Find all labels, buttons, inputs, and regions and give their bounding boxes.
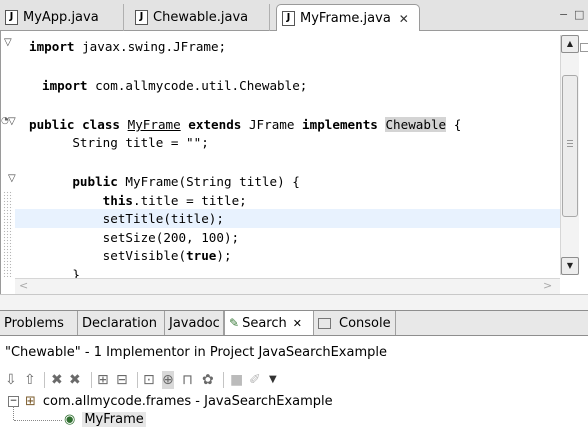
collapse-all-icon[interactable]: ⊟ <box>116 371 128 389</box>
fold-collapse-icon[interactable]: ▽ <box>8 173 16 184</box>
code-line-10: setTitle(title); <box>42 211 224 226</box>
code-line-5: public class MyFrame extends JFrame impl… <box>29 117 462 132</box>
tree-connector <box>13 406 15 420</box>
tree-connector <box>14 420 62 422</box>
search-results-tree: − ⊞ com.allmycode.frames - JavaSearchExa… <box>0 392 588 445</box>
java-file-icon: J <box>5 10 18 25</box>
vertical-scrollbar[interactable]: ▲ ▼ <box>560 35 579 275</box>
toolbar-separator <box>44 372 45 388</box>
toolbar-separator <box>223 372 224 388</box>
close-icon[interactable]: ✕ <box>399 12 409 26</box>
close-icon[interactable]: ✕ <box>293 317 302 330</box>
expand-all-icon[interactable]: ⊞ <box>97 371 109 389</box>
tab-console[interactable]: Console <box>314 311 396 335</box>
tab-declaration[interactable]: Declaration <box>78 311 165 335</box>
tab-label: MyFrame.java <box>300 11 391 26</box>
tab-myapp-java[interactable]: J MyApp.java <box>0 4 124 31</box>
editor-tab-bar: J MyApp.java J Chewable.java J MyFrame.j… <box>0 0 588 32</box>
console-icon <box>318 317 331 329</box>
scroll-down-icon[interactable]: ▼ <box>561 257 579 275</box>
java-file-icon: J <box>135 10 148 25</box>
view-menu-icon[interactable]: ▼ <box>269 371 277 389</box>
tree-item-package[interactable]: − ⊞ com.allmycode.frames - JavaSearchExa… <box>8 394 333 409</box>
minimize-icon[interactable]: − <box>559 8 568 21</box>
package-icon: ⊞ <box>25 394 36 409</box>
class-name: MyFrame <box>127 117 181 132</box>
code-line-8: public MyFrame(String title) { <box>72 174 300 189</box>
tab-problems[interactable]: Problems <box>0 311 78 335</box>
code-line-6: String title = ""; <box>42 135 209 150</box>
go-to-file-icon[interactable]: ⊡ <box>143 371 155 389</box>
search-flashlight-icon: ✎ <box>229 316 240 330</box>
highlighted-occurrence: Chewable <box>385 117 447 132</box>
toolbar-separator <box>137 372 138 388</box>
tab-search[interactable]: ✎ Search ✕ <box>224 311 314 335</box>
view-tab-bar: Problems Declaration Javadoc ✎ Search ✕ … <box>0 310 588 336</box>
fold-collapse-icon[interactable]: ▽ <box>8 116 16 127</box>
overview-ruler <box>579 35 588 294</box>
package-label: com.allmycode.frames - JavaSearchExample <box>42 394 333 409</box>
tab-chewable-java[interactable]: J Chewable.java <box>130 4 270 31</box>
code-line-9: this.title = title; <box>102 193 247 208</box>
search-result-summary: "Chewable" - 1 Implementor in Project Ja… <box>5 345 387 360</box>
scroll-up-icon[interactable]: ▲ <box>561 35 579 53</box>
tab-label: Chewable.java <box>153 10 249 25</box>
scroll-right-icon[interactable]: > <box>543 279 552 292</box>
remove-match-icon[interactable]: ✖ <box>51 371 63 389</box>
code-line-12: setVisible(true); <box>42 248 232 263</box>
toolbar-separator <box>91 372 92 388</box>
tree-item-class[interactable]: ◉ MyFrame <box>64 412 146 427</box>
left-ruler: ▽ ◔ ▽ ▽ <box>1 31 16 277</box>
editor-bottom-edge <box>0 294 588 311</box>
show-as-list-icon[interactable]: ⊓ <box>182 371 193 389</box>
code-editor[interactable]: ▽ ◔ ▽ ▽ import javax.swing.JFrame; impor… <box>0 31 588 295</box>
maximize-icon[interactable]: □ <box>574 8 584 21</box>
search-toolbar: ⇩ ⇧ ✖ ✖ ⊞ ⊟ ⊡ ⊕ ⊓ ✿ ■ ✐ ▼ <box>0 369 588 391</box>
tab-myframe-java[interactable]: J MyFrame.java ✕ <box>276 4 420 32</box>
pin-view-icon[interactable]: ■ <box>230 371 243 389</box>
next-match-icon[interactable]: ⇩ <box>5 371 17 389</box>
java-file-icon: J <box>282 11 295 26</box>
scroll-left-icon[interactable]: < <box>19 279 28 292</box>
class-icon: ◉ <box>64 412 76 427</box>
search-history-icon[interactable]: ✿ <box>202 371 214 389</box>
code-line-11: setSize(200, 100); <box>42 230 240 245</box>
code-line-1: import javax.swing.JFrame; <box>29 39 227 54</box>
tab-label: MyApp.java <box>23 10 99 25</box>
tab-javadoc[interactable]: Javadoc <box>165 311 224 335</box>
show-as-tree-icon[interactable]: ⊕ <box>162 371 174 389</box>
code-line-13: } <box>42 267 80 278</box>
code-line-3: import com.allmycode.util.Chewable; <box>42 78 308 93</box>
quick-diff-bar <box>3 191 13 277</box>
scrollbar-thumb[interactable] <box>562 75 578 217</box>
previous-match-icon[interactable]: ⇧ <box>24 371 36 389</box>
overview-marker[interactable] <box>580 43 588 52</box>
remove-all-matches-icon[interactable]: ✖ <box>69 371 81 389</box>
edit-icon[interactable]: ✐ <box>249 371 261 389</box>
horizontal-scrollbar[interactable]: < > <box>15 278 560 295</box>
class-label: MyFrame <box>82 412 146 427</box>
fold-collapse-icon[interactable]: ▽ <box>4 37 12 48</box>
